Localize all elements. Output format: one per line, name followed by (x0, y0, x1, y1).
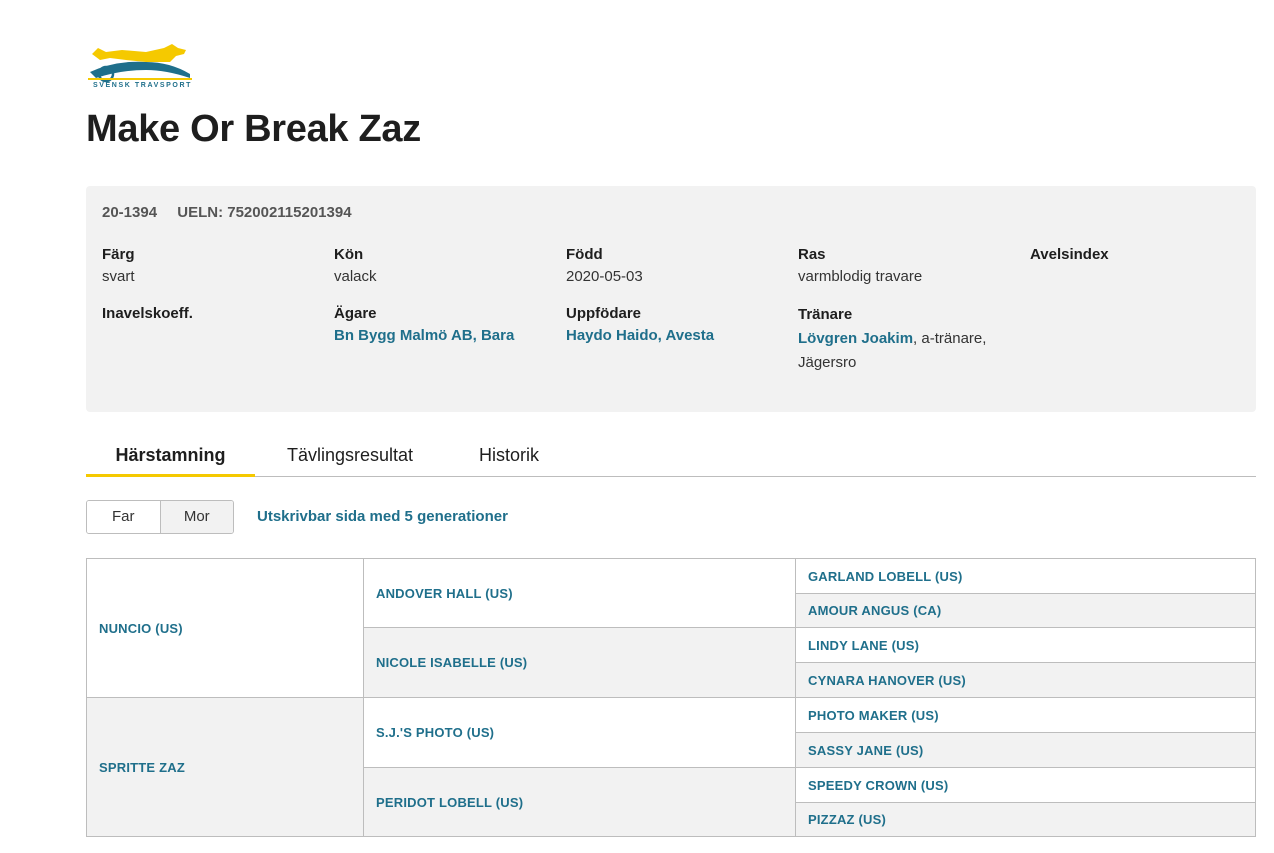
field-kon: Kön valack (334, 244, 377, 288)
field-value: valack (334, 268, 377, 285)
field-agare: Ägare Bn Bygg Malmö AB, Bara (334, 303, 514, 347)
pedigree-sire[interactable]: NUNCIO (US) (86, 558, 364, 698)
pedigree-gen3-8[interactable]: PIZZAZ (US) (795, 802, 1256, 837)
pedigree-gen3-7[interactable]: SPEEDY CROWN (US) (795, 767, 1256, 803)
field-fodd: Född 2020-05-03 (566, 244, 643, 288)
field-label: Avelsindex (1030, 246, 1109, 263)
pedigree-dam[interactable]: SPRITTE ZAZ (86, 697, 364, 837)
field-label: Ägare (334, 305, 377, 322)
field-uppfodare: Uppfödare Haydo Haido, Avesta (566, 303, 714, 347)
tab-harstamning[interactable]: Härstamning (86, 436, 255, 477)
pedigree-gen3-1[interactable]: GARLAND LOBELL (US) (795, 558, 1256, 594)
pedigree-gen2-1[interactable]: ANDOVER HALL (US) (363, 558, 796, 628)
horse-identifiers: 20-1394 UELN: 752002115201394 (102, 204, 368, 221)
owner-link[interactable]: Bn Bygg Malmö AB, Bara (334, 327, 514, 344)
trainer-type: , a-tränare, (913, 330, 987, 347)
tab-historik[interactable]: Historik (479, 436, 539, 474)
field-avelsindex: Avelsindex (1030, 244, 1109, 266)
field-value: svart (102, 268, 135, 285)
horse-name: Make Or Break Zaz (86, 108, 421, 150)
breeder-link[interactable]: Haydo Haido, Avesta (566, 327, 714, 344)
pedigree-gen2-2[interactable]: NICOLE ISABELLE (US) (363, 627, 796, 698)
field-inavelskoeff: Inavelskoeff. (102, 303, 193, 325)
pedigree-gen3-6[interactable]: SASSY JANE (US) (795, 732, 1256, 768)
far-button[interactable]: Far (87, 501, 161, 533)
field-farg: Färg svart (102, 244, 135, 288)
tab-tavlingsresultat[interactable]: Tävlingsresultat (287, 436, 413, 474)
pedigree-gen2-4[interactable]: PERIDOT LOBELL (US) (363, 767, 796, 837)
field-label: Färg (102, 246, 135, 263)
tab-bar: Härstamning Tävlingsresultat Historik (86, 436, 1256, 477)
sire-dam-toggle: Far Mor (86, 500, 234, 534)
field-label: Född (566, 246, 603, 263)
logo-text: SVENSK TRAVSPORT (93, 82, 192, 89)
field-label: Tränare (798, 306, 853, 323)
horse-info-panel: 20-1394 UELN: 752002115201394 Färg svart… (86, 186, 1256, 412)
field-value: 2020-05-03 (566, 268, 643, 285)
ueln-number: UELN: 752002115201394 (177, 204, 352, 221)
pedigree-gen3-3[interactable]: LINDY LANE (US) (795, 627, 1256, 663)
pedigree-gen2-3[interactable]: S.J.'S PHOTO (US) (363, 697, 796, 768)
pedigree-gen3-2[interactable]: AMOUR ANGUS (CA) (795, 593, 1256, 628)
field-label: Inavelskoeff. (102, 305, 193, 322)
pedigree-gen3-5[interactable]: PHOTO MAKER (US) (795, 697, 1256, 733)
registration-number: 20-1394 (102, 204, 158, 221)
pedigree-gen3-4[interactable]: CYNARA HANOVER (US) (795, 662, 1256, 698)
field-ras: Ras varmblodig travare (798, 244, 922, 288)
field-tranare: Tränare Lövgren Joakim, a-tränare, Jäger… (798, 303, 1018, 375)
field-value: varmblodig travare (798, 268, 923, 285)
field-label: Uppfödare (566, 305, 641, 322)
pedigree-table: NUNCIO (US) SPRITTE ZAZ ANDOVER HALL (US… (86, 558, 1256, 837)
trainer-place: Jägersro (798, 354, 857, 371)
field-label: Kön (334, 246, 364, 263)
mor-button[interactable]: Mor (160, 501, 233, 533)
trainer-link[interactable]: Lövgren Joakim (798, 330, 913, 347)
print-five-generations-link[interactable]: Utskrivbar sida med 5 generationer (257, 508, 508, 525)
field-label: Ras (798, 246, 826, 263)
